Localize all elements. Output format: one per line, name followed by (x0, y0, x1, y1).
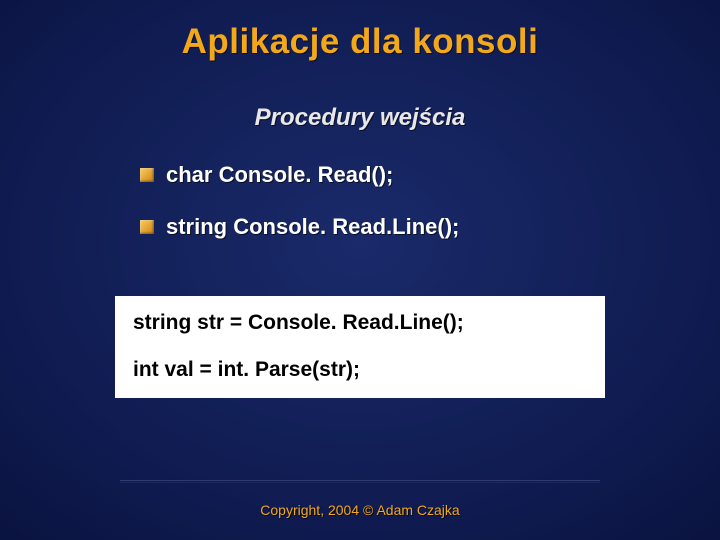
bullet-text: string Console. Read.Line(); (166, 214, 459, 240)
code-line: int val = int. Parse(str); (133, 357, 587, 382)
bullet-icon (140, 168, 154, 182)
code-line: string str = Console. Read.Line(); (133, 310, 587, 335)
divider-line (120, 480, 600, 482)
slide-subtitle: Procedury wejścia (0, 104, 720, 132)
bullet-list: char Console. Read(); string Console. Re… (140, 162, 720, 240)
slide-title: Aplikacje dla konsoli (0, 0, 720, 62)
list-item: string Console. Read.Line(); (140, 214, 720, 240)
bullet-text: char Console. Read(); (166, 162, 393, 188)
code-example-box: string str = Console. Read.Line(); int v… (115, 296, 605, 398)
bullet-icon (140, 220, 154, 234)
copyright-footer: Copyright, 2004 © Adam Czajka (0, 502, 720, 518)
list-item: char Console. Read(); (140, 162, 720, 188)
